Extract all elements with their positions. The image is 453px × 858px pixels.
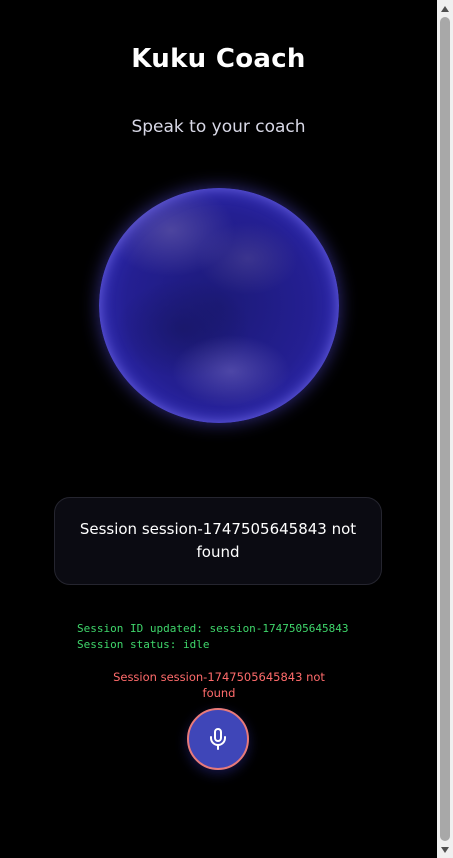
scroll-up-arrow-icon[interactable] [437,0,453,17]
debug-log: Session ID updated: session-174750564584… [77,621,349,653]
app-subtitle: Speak to your coach [131,117,306,137]
error-message: Session session-1747505645843 not found [113,670,325,700]
vertical-scrollbar[interactable] [437,0,453,858]
status-card: Session session-1747505645843 not found [54,497,382,585]
scroll-down-arrow-icon[interactable] [437,841,453,858]
app-title: Kuku Coach [131,44,306,74]
debug-session-id: Session ID updated: session-174750564584… [77,622,349,635]
scrollbar-thumb[interactable] [440,17,450,841]
debug-session-status: Session status: idle [77,638,210,651]
microphone-icon [210,728,226,750]
microphone-button[interactable] [187,708,249,770]
status-card-message: Session session-1747505645843 not found [79,520,357,561]
voice-orb [99,188,339,423]
coach-page: Kuku Coach Speak to your coach Session s… [0,0,437,858]
